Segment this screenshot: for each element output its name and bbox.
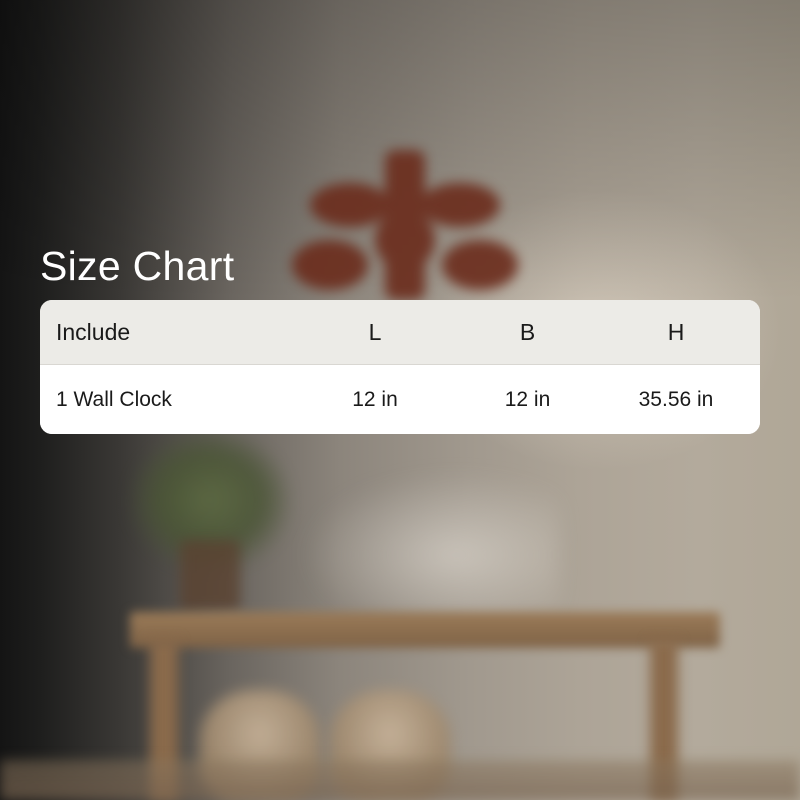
bench-top — [130, 612, 720, 648]
cell-height: 35.56 in — [638, 387, 714, 411]
table-header-row: Include L B H — [40, 300, 760, 365]
cell-breadth: 12 in — [504, 387, 551, 411]
header-height: H — [667, 318, 685, 345]
cell-length: 12 in — [352, 387, 398, 411]
cell-include: 1 Wall Clock — [56, 387, 172, 411]
floor — [0, 760, 800, 800]
header-breadth: B — [519, 318, 536, 345]
page-title: Size Chart — [40, 243, 235, 289]
plant-pot — [180, 540, 240, 610]
header-include: Include — [56, 318, 131, 345]
wall-clock-ornament — [292, 150, 518, 300]
header-length: L — [368, 318, 382, 345]
table-row: 1 Wall Clock 12 in 12 in 35.56 in — [40, 365, 760, 434]
size-table: Include L B H 1 Wall Clock 12 in 12 in 3… — [40, 300, 760, 434]
